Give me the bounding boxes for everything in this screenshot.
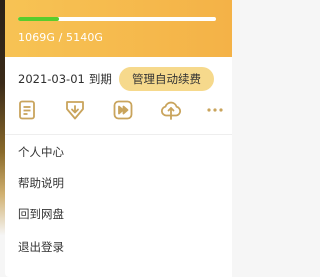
expire-suffix: 到期 [88, 72, 112, 86]
menu-item-back-to-drive[interactable]: 回到网盘 [5, 199, 232, 230]
fast-forward-icon[interactable] [111, 98, 135, 122]
menu-item-profile[interactable]: 个人中心 [5, 137, 232, 168]
storage-header: 1069G / 5140G [5, 0, 232, 57]
membership-expiry: 2021-03-01 到期 [18, 71, 112, 87]
cloud-upload-icon[interactable] [159, 98, 183, 122]
menu-item-logout[interactable]: 退出登录 [5, 232, 232, 263]
document-icon[interactable] [15, 98, 39, 122]
quick-action-icons [15, 98, 225, 124]
user-dropdown-panel: 1069G / 5140G 2021-03-01 到期 管理自动续费 个人中心 … [5, 0, 232, 277]
storage-usage-text: 1069G / 5140G [18, 31, 104, 44]
section-divider [5, 134, 232, 135]
storage-progress-fill [18, 17, 60, 21]
more-icon[interactable] [203, 98, 227, 122]
expire-date: 2021-03-01 [18, 72, 85, 86]
user-menu: 个人中心 帮助说明 回到网盘 退出登录 [5, 137, 232, 263]
menu-item-help[interactable]: 帮助说明 [5, 168, 232, 199]
download-shield-icon[interactable] [63, 98, 87, 122]
manage-auto-renew-button[interactable]: 管理自动续费 [119, 67, 214, 91]
storage-progress-bar [18, 17, 216, 21]
